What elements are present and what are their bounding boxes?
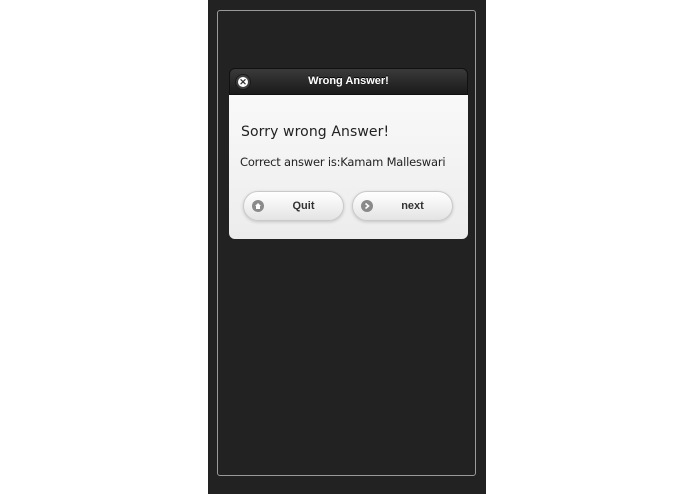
page: ✕ Wrong Answer! Sorry wrong Answer! Corr… [0,0,695,494]
arrow-right-icon [361,200,373,212]
dialog-heading: Sorry wrong Answer! [241,124,390,140]
correct-answer-text: Correct answer is:Kamam Malleswari [240,155,446,169]
quit-button-label: Quit [292,200,315,212]
home-icon [252,200,264,212]
quit-button[interactable]: Quit [243,191,344,221]
next-button[interactable]: next [352,191,453,221]
dialog-header: ✕ Wrong Answer! [229,68,468,95]
dialog-title: Wrong Answer! [308,75,389,87]
next-button-label: next [401,200,424,212]
dialog-content: Sorry wrong Answer! Correct answer is:Ka… [229,95,468,239]
